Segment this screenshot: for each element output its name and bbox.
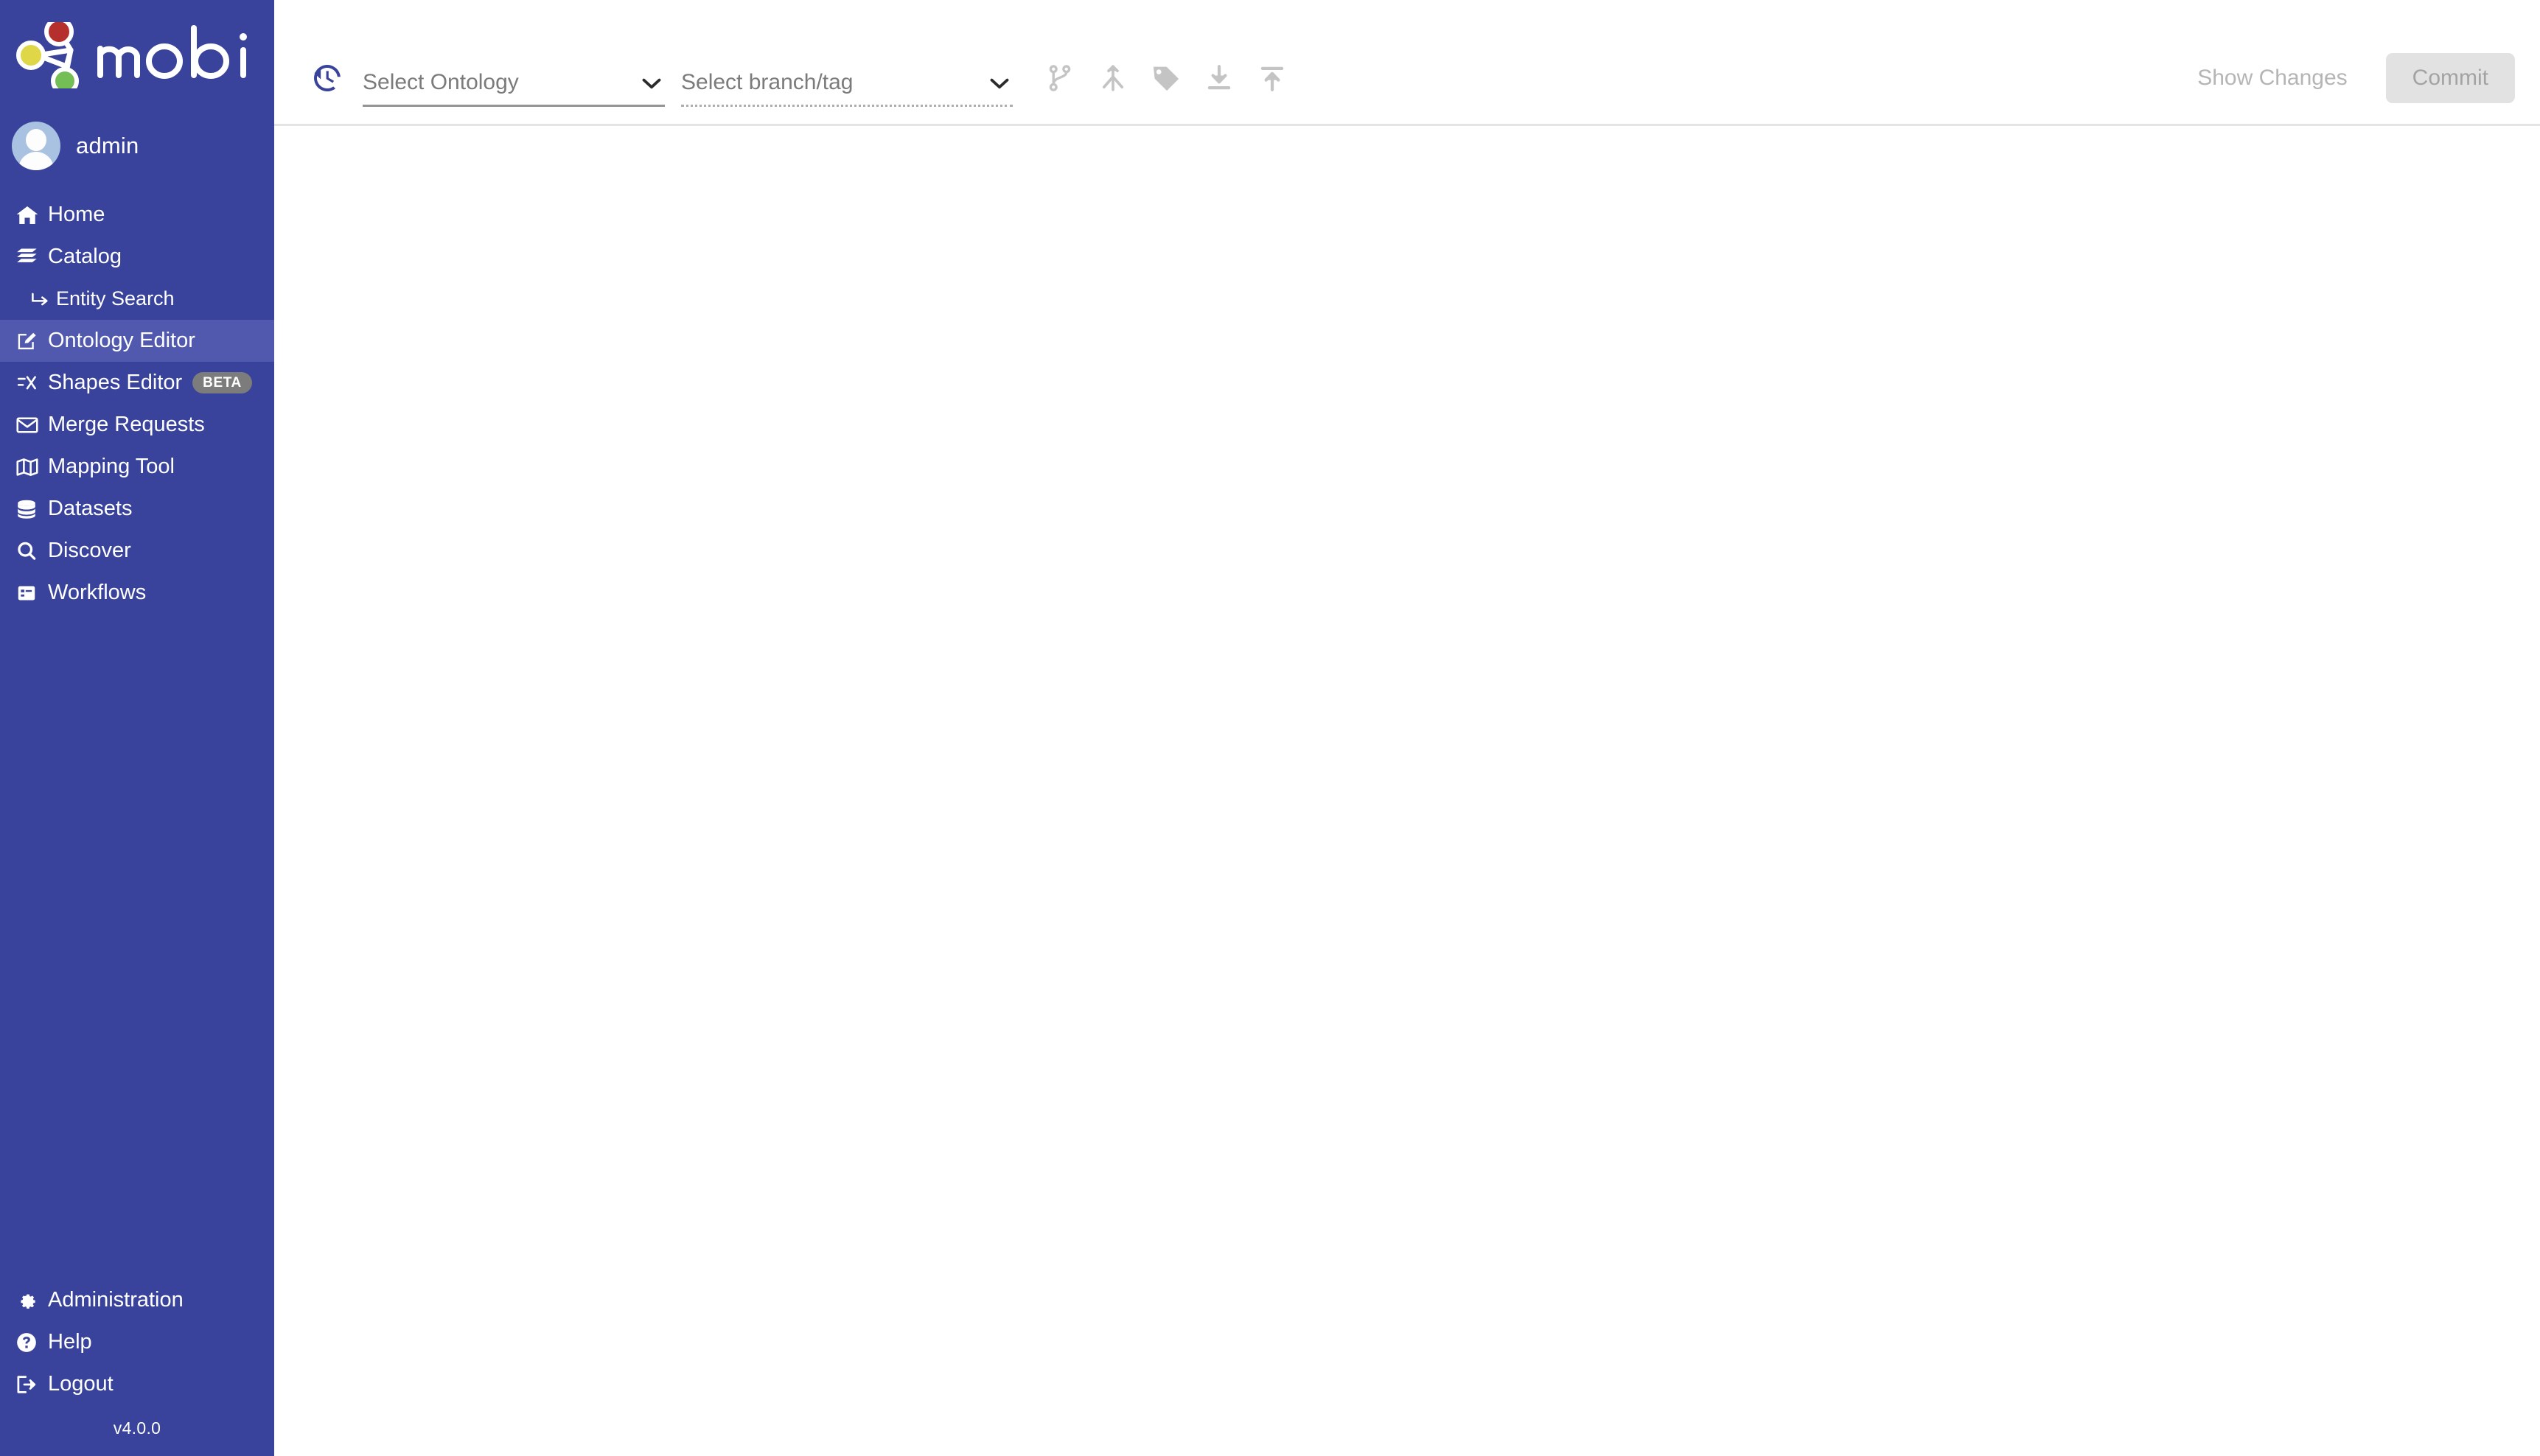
avatar [12,122,60,170]
sidebar-item-ontology-editor[interactable]: Ontology Editor [0,320,274,362]
brand-logo[interactable] [0,0,274,111]
show-changes-button[interactable]: Show Changes [2181,54,2363,102]
status-badge: BETA [192,372,252,393]
shapes-filter-icon [16,374,41,393]
map-icon [16,458,41,477]
sidebar-item-catalog[interactable]: Catalog [0,236,274,278]
edit-square-icon [16,331,41,351]
sidebar-item-label: Shapes Editor [48,371,183,394]
sidebar-item-mapping-tool[interactable]: Mapping Tool [0,446,274,488]
gear-icon [16,1290,41,1311]
username-label: admin [76,133,139,158]
branch-tag-select[interactable]: Select branch/tag [681,49,1013,107]
catalog-book-icon [16,248,41,267]
field-underline [363,105,665,107]
mobi-graph-logo-icon [16,22,247,88]
sidebar-item-label: Administration [48,1288,184,1312]
download-icon [1207,65,1231,90]
branch-icon [1049,65,1071,91]
sidebar-item-label: Catalog [48,245,122,268]
ontology-editor-toolbar: Select Ontology Select branch/tag Show C… [274,0,2540,126]
sidebar-item-label: Home [48,203,105,226]
history-button[interactable] [305,56,349,100]
app-version: v4.0.0 [113,1418,161,1438]
ontology-select-value: Select Ontology [363,70,519,94]
sidebar-item-shapes-editor[interactable]: Shapes Editor BETA [0,362,274,404]
sidebar-item-label: Discover [48,539,131,562]
sidebar-item-merge-requests[interactable]: Merge Requests [0,404,274,446]
chevron-down-icon [641,77,665,107]
create-tag-button[interactable] [1140,52,1193,105]
sidebar-item-discover[interactable]: Discover [0,530,274,572]
ontology-select[interactable]: Select Ontology [363,49,665,107]
database-icon [16,500,41,519]
chevron-down-icon [989,77,1013,107]
commit-button[interactable]: Commit [2385,53,2515,103]
sidebar: admin Home Catalog Entity Search Ontolog… [0,0,274,1456]
sidebar-bottom-nav: Administration Help Logout v4.0.0 [0,1279,274,1456]
workflow-checklist-icon [16,584,41,603]
sidebar-item-home[interactable]: Home [0,194,274,236]
question-circle-icon [16,1332,41,1353]
sidebar-item-logout[interactable]: Logout [0,1363,274,1405]
tag-icon [1153,66,1179,91]
main-content: Select Ontology Select branch/tag Show C… [274,0,2540,1456]
sidebar-item-label: Help [48,1330,92,1354]
sidebar-item-label: Logout [48,1372,114,1396]
sidebar-item-administration[interactable]: Administration [0,1279,274,1321]
history-clock-icon [314,65,341,91]
sidebar-item-label: Entity Search [56,287,175,309]
merge-branches-button[interactable] [1086,52,1140,105]
upload-icon [1260,66,1284,91]
search-icon [16,542,41,561]
field-underline [681,105,1013,107]
user-profile[interactable]: admin [0,111,274,181]
sidebar-item-entity-search[interactable]: Entity Search [0,278,274,320]
sidebar-item-datasets[interactable]: Datasets [0,488,274,530]
app-root: admin Home Catalog Entity Search Ontolog… [0,0,2540,1456]
sidebar-item-label: Merge Requests [48,413,205,436]
merge-icon [1102,65,1124,91]
sidebar-item-workflows[interactable]: Workflows [0,572,274,614]
download-ontology-button[interactable] [1193,52,1246,105]
sidebar-item-label: Ontology Editor [48,329,195,352]
home-icon [16,206,41,225]
upload-changes-button[interactable] [1246,52,1299,105]
ontology-editor-content [274,126,2540,1456]
sidebar-item-label: Mapping Tool [48,455,175,478]
envelope-icon [16,416,41,434]
sidebar-item-help[interactable]: Help [0,1321,274,1363]
sidebar-item-label: Workflows [48,581,147,604]
branch-select-value: Select branch/tag [681,70,854,94]
sidebar-nav: Home Catalog Entity Search Ontology Edit… [0,194,274,614]
logout-icon [16,1375,41,1394]
create-branch-button[interactable] [1033,52,1086,105]
arrow-return-icon [31,291,53,307]
sidebar-item-label: Datasets [48,497,133,520]
